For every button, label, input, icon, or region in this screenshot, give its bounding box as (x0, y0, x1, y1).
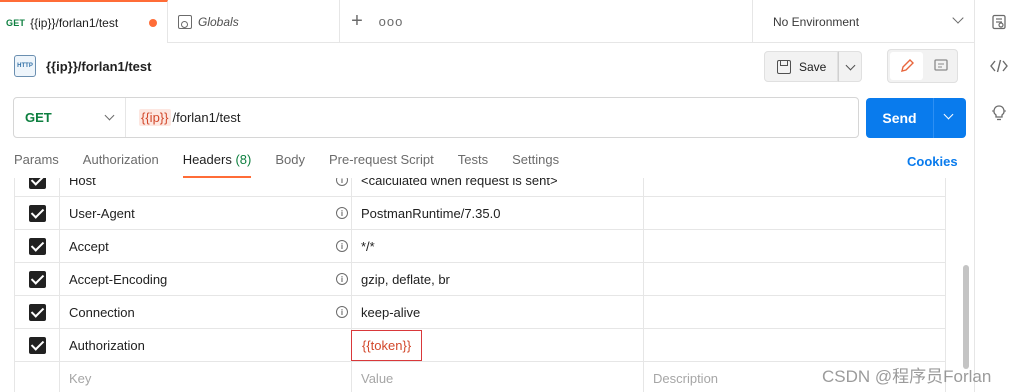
chevron-down-icon (104, 110, 115, 121)
info-icon[interactable]: i (336, 207, 348, 219)
save-button[interactable]: Save (764, 51, 838, 82)
tab-authorization[interactable]: Authorization (83, 152, 159, 178)
send-button-group: Send (866, 98, 966, 138)
send-separator (933, 98, 934, 138)
info-icon[interactable]: i (336, 273, 348, 285)
header-value: <calculated when request is sent> (361, 178, 558, 188)
info-icon[interactable]: i (336, 178, 348, 186)
table-row: Connection i keep-alive (14, 296, 946, 329)
header-description[interactable] (644, 178, 946, 197)
tab-request-active[interactable]: GET {{ip}}/forlan1/test (0, 0, 168, 43)
header-key: Host (69, 178, 96, 188)
request-subtabs: Params Authorization Headers (8) Body Pr… (14, 152, 583, 178)
url-path: /forlan1/test (172, 110, 241, 125)
vertical-scrollbar[interactable] (963, 265, 969, 369)
view-mode-toggle (887, 49, 958, 83)
documentation-mode-button[interactable] (924, 52, 957, 80)
watermark-text: CSDN @程序员Forlan (822, 367, 992, 386)
chevron-down-icon (952, 12, 964, 24)
tab-prerequest-script[interactable]: Pre-request Script (329, 152, 434, 178)
environment-quicklook-icon[interactable] (989, 12, 1009, 32)
code-icon[interactable] (989, 56, 1009, 76)
send-button[interactable]: Send (866, 98, 933, 138)
comment-icon (933, 59, 948, 71)
header-enabled-checkbox[interactable] (28, 238, 46, 255)
header-description[interactable] (644, 197, 946, 230)
url-variable[interactable]: {{ip}} (139, 109, 171, 126)
new-tab-button[interactable]: + (340, 0, 374, 43)
header-description[interactable] (644, 329, 946, 362)
table-row-new: Key Value Description (14, 362, 946, 392)
table-row: Accept i */* (14, 230, 946, 263)
headers-count: (8) (235, 152, 252, 167)
request-header: HTTP {{ip}}/forlan1/test (14, 54, 151, 78)
cookies-link[interactable]: Cookies (907, 154, 958, 169)
tab-headers-label: Headers (182, 152, 232, 167)
header-description[interactable] (644, 263, 946, 296)
tab-tests[interactable]: Tests (458, 152, 488, 178)
tab-title: {{ip}}/forlan1/test (30, 15, 119, 30)
more-icon: ooo (378, 14, 404, 29)
http-request-icon: HTTP (14, 55, 36, 77)
request-name[interactable]: {{ip}}/forlan1/test (46, 59, 151, 74)
method-select[interactable]: GET (14, 98, 126, 137)
tab-body[interactable]: Body (275, 152, 305, 178)
save-options-button[interactable] (838, 51, 862, 82)
header-value-token[interactable]: {{token}} (351, 330, 423, 361)
info-icon[interactable]: i (336, 240, 348, 252)
tab-globals[interactable]: Globals (168, 0, 340, 43)
unsaved-dot-icon (149, 19, 157, 27)
table-row: Accept-Encoding i gzip, deflate, br (14, 263, 946, 296)
headers-table: Host i <calculated when request is sent> … (14, 178, 946, 392)
url-input[interactable]: {{ip}} /forlan1/test (126, 109, 240, 126)
header-value: keep-alive (361, 305, 421, 320)
header-key: User-Agent (69, 206, 135, 221)
environment-label: No Environment (773, 14, 860, 29)
right-sidebar (974, 0, 1022, 392)
header-enabled-checkbox[interactable] (28, 337, 46, 354)
tab-options-button[interactable]: ooo (374, 0, 408, 43)
table-row: Authorization {{token}} (14, 329, 946, 362)
header-enabled-checkbox[interactable] (28, 304, 46, 321)
tab-method: GET (6, 17, 26, 28)
send-options-chevron-icon[interactable] (943, 109, 954, 120)
header-value: */* (361, 239, 375, 254)
header-value: PostmanRuntime/7.35.0 (361, 206, 501, 221)
header-enabled-checkbox[interactable] (28, 178, 46, 189)
tab-params[interactable]: Params (14, 152, 59, 178)
globals-icon (178, 14, 192, 29)
lightbulb-icon[interactable] (989, 103, 1009, 123)
table-row: Host i <calculated when request is sent> (14, 178, 946, 197)
header-description[interactable] (644, 230, 946, 263)
header-description[interactable] (644, 296, 946, 329)
save-label: Save (799, 59, 827, 74)
method-label: GET (25, 110, 52, 125)
tab-headers[interactable]: Headers (8) (182, 152, 252, 178)
environment-select[interactable]: No Environment (752, 0, 974, 43)
plus-icon: + (351, 10, 363, 32)
url-bar: GET {{ip}} /forlan1/test (13, 97, 859, 138)
tab-globals-label: Globals (198, 14, 239, 29)
new-key-input[interactable]: Key (60, 362, 352, 392)
table-row: User-Agent i PostmanRuntime/7.35.0 (14, 197, 946, 230)
info-icon[interactable]: i (336, 306, 348, 318)
header-key[interactable]: Authorization (69, 338, 145, 353)
header-enabled-checkbox[interactable] (28, 205, 46, 222)
header-value: gzip, deflate, br (361, 272, 450, 287)
header-key: Accept (69, 239, 109, 254)
tab-settings[interactable]: Settings (512, 152, 559, 178)
header-key: Accept-Encoding (69, 272, 168, 287)
edit-mode-button[interactable] (890, 52, 923, 80)
pencil-icon (900, 59, 914, 72)
header-key: Connection (69, 305, 135, 320)
header-enabled-checkbox[interactable] (28, 271, 46, 288)
save-icon (777, 59, 791, 74)
new-value-input[interactable]: Value (352, 362, 644, 392)
